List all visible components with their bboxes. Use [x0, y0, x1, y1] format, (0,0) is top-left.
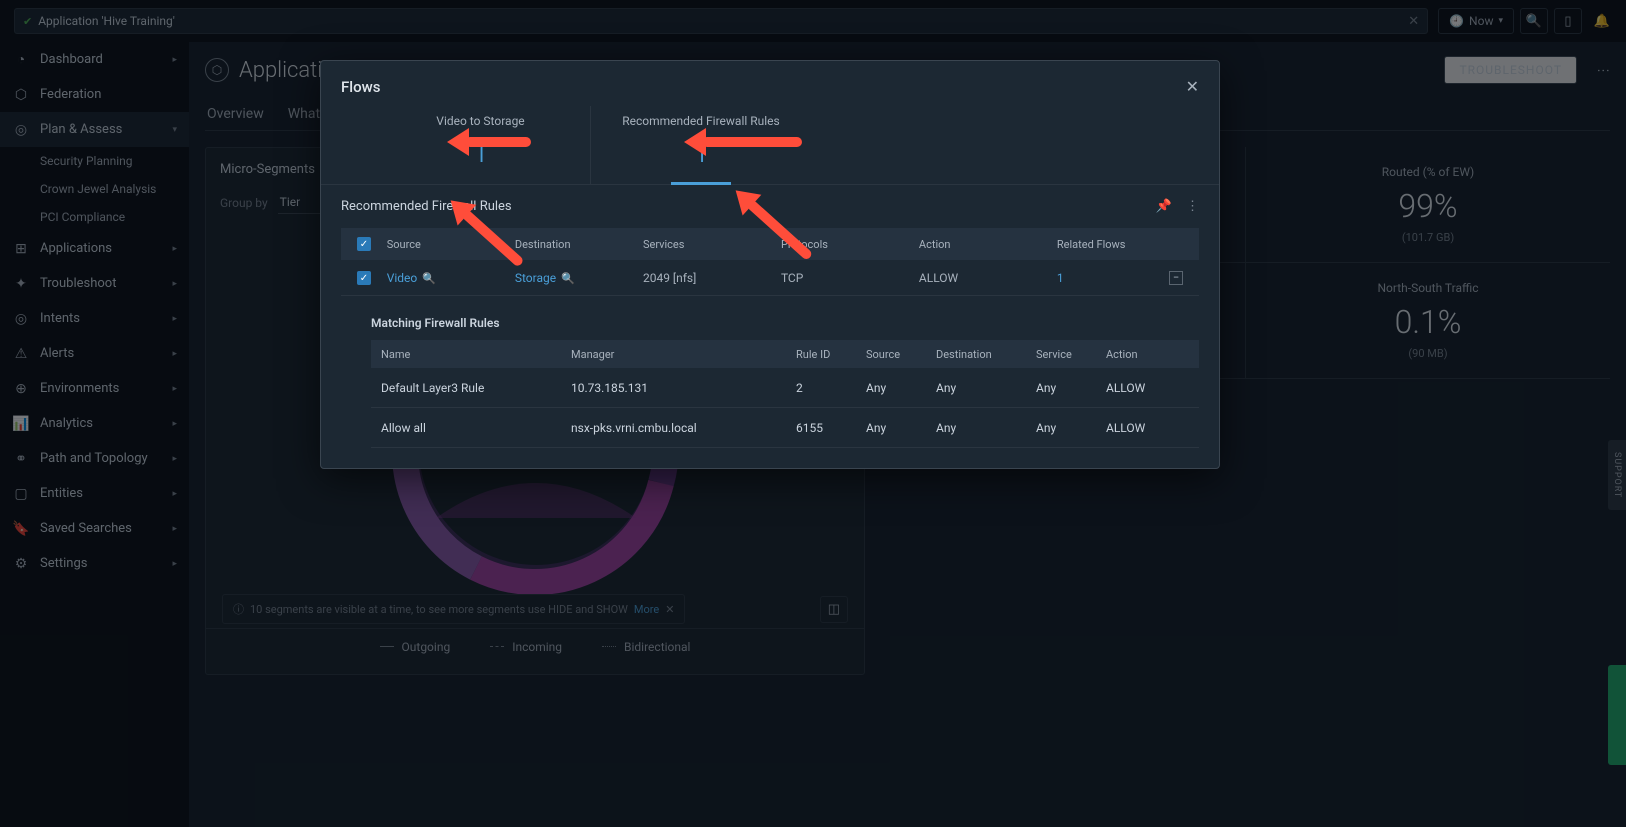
match-row: Default Layer3 Rule 10.73.185.131 2 Any … [371, 368, 1199, 408]
cell-action: ALLOW [1096, 381, 1176, 395]
close-icon[interactable]: ✕ [1186, 77, 1199, 96]
col-source[interactable]: Source [381, 238, 509, 251]
source-link[interactable]: Video [387, 271, 418, 285]
more-icon[interactable]: ⋮ [1186, 199, 1199, 214]
mcol-ruleid[interactable]: Rule ID [786, 348, 856, 361]
cell-ruleid: 2 [786, 381, 856, 395]
cell-manager: 10.73.185.131 [561, 381, 786, 395]
mcol-source[interactable]: Source [856, 348, 926, 361]
mcol-service[interactable]: Service [1026, 348, 1096, 361]
search-icon[interactable]: 🔍 [561, 272, 575, 285]
pin-icon[interactable]: 📌 [1156, 199, 1172, 214]
table-row: ✓ Video 🔍 Storage 🔍 2049 [nfs] TCP ALLOW 1… [341, 260, 1199, 296]
cell-destination: Any [926, 381, 1026, 395]
modal-tab-value: 1 [381, 132, 580, 170]
collapse-icon[interactable]: − [1169, 271, 1183, 285]
col-related-flows[interactable]: Related Flows [1051, 238, 1159, 251]
table-header: ✓ Source Destination Services Protocols … [341, 228, 1199, 260]
modal-tab-label: Video to Storage [381, 114, 580, 128]
col-destination[interactable]: Destination [509, 238, 637, 251]
select-all-checkbox[interactable]: ✓ [357, 237, 371, 251]
modal-tab-video-storage[interactable]: Video to Storage 1 [371, 106, 591, 184]
cell-service: Any [1026, 381, 1096, 395]
matching-rules-table: Name Manager Rule ID Source Destination … [371, 340, 1199, 448]
cell-source: Any [856, 421, 926, 435]
modal-header: Flows ✕ [321, 61, 1219, 96]
match-table-header: Name Manager Rule ID Source Destination … [371, 340, 1199, 368]
cell-destination: Any [926, 421, 1026, 435]
mcol-manager[interactable]: Manager [561, 348, 786, 361]
search-icon[interactable]: 🔍 [422, 272, 436, 285]
mcol-action[interactable]: Action [1096, 348, 1176, 361]
modal-tab-recommended-rules[interactable]: Recommended Firewall Rules 1 [591, 106, 811, 184]
cell-source: Any [856, 381, 926, 395]
section-title: Recommended Firewall Rules [341, 199, 512, 214]
flows-modal: Flows ✕ Video to Storage 1 Recommended F… [320, 60, 1220, 469]
modal-tabs: Video to Storage 1 Recommended Firewall … [321, 96, 1219, 184]
mcol-destination[interactable]: Destination [926, 348, 1026, 361]
recommended-rules-table: ✓ Source Destination Services Protocols … [341, 228, 1199, 296]
cell-name: Allow all [371, 421, 561, 435]
matching-rules-title: Matching Firewall Rules [321, 306, 1219, 340]
modal-title: Flows [341, 78, 380, 96]
cell-protocols: TCP [775, 271, 913, 285]
row-checkbox[interactable]: ✓ [357, 271, 371, 285]
section-title-row: Recommended Firewall Rules 📌 ⋮ [321, 185, 1219, 228]
destination-link[interactable]: Storage [515, 271, 556, 285]
match-row: Allow all nsx-pks.vrni.cmbu.local 6155 A… [371, 408, 1199, 448]
cell-ruleid: 6155 [786, 421, 856, 435]
cell-services: 2049 [nfs] [637, 271, 775, 285]
cell-manager: nsx-pks.vrni.cmbu.local [561, 421, 786, 435]
col-protocols[interactable]: Protocols [775, 238, 913, 251]
modal-tab-label: Recommended Firewall Rules [601, 114, 801, 128]
section-actions: 📌 ⋮ [1156, 199, 1199, 214]
cell-name: Default Layer3 Rule [371, 381, 561, 395]
cell-action: ALLOW [913, 271, 1051, 285]
cell-service: Any [1026, 421, 1096, 435]
col-action[interactable]: Action [913, 238, 1051, 251]
related-flows-link[interactable]: 1 [1057, 271, 1064, 285]
mcol-name[interactable]: Name [371, 348, 561, 361]
cell-action: ALLOW [1096, 421, 1176, 435]
col-services[interactable]: Services [637, 238, 775, 251]
modal-tab-value: 1 [601, 132, 801, 170]
